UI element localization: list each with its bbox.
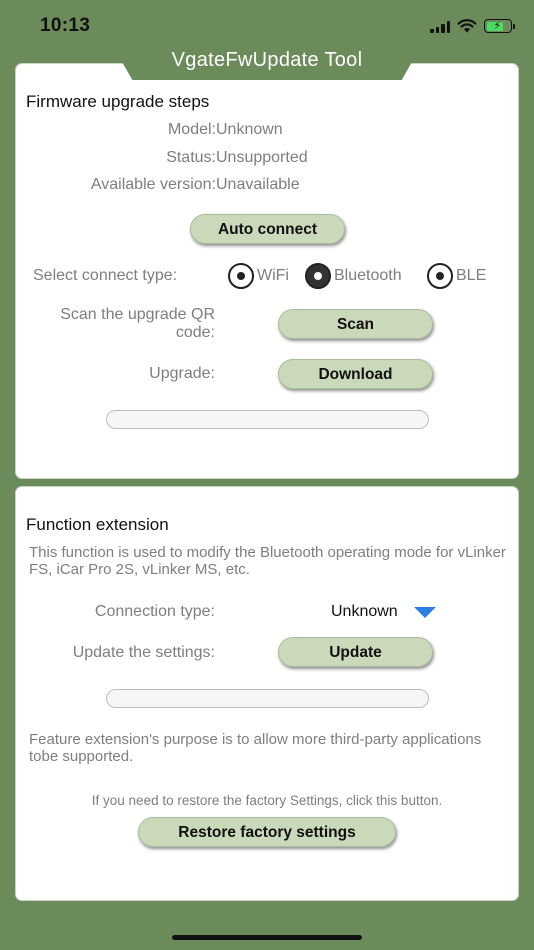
extension-description: This function is used to modify the Blue… (29, 544, 506, 578)
extension-progress-bar (106, 689, 429, 708)
auto-connect-button[interactable]: Auto connect (190, 214, 345, 244)
model-label: Model: (167, 121, 216, 138)
status-bar: 10:13 ⚡ (0, 0, 534, 52)
scan-qr-label-line2: code: (175, 324, 215, 341)
restore-hint: If you need to restore the factory Setti… (91, 793, 443, 808)
function-extension-card: Function extension This function is used… (15, 486, 519, 901)
update-button[interactable]: Update (278, 637, 433, 667)
restore-factory-settings-button[interactable]: Restore factory settings (138, 817, 396, 847)
cellular-signal-icon (430, 20, 450, 33)
status-time: 10:13 (40, 15, 91, 36)
extension-purpose-text: Feature extension's purpose is to allow … (29, 731, 482, 765)
home-indicator[interactable] (172, 935, 362, 940)
connection-type-label: Connection type: (94, 603, 215, 620)
scan-button[interactable]: Scan (278, 309, 433, 339)
upgrade-label: Upgrade: (149, 365, 215, 382)
scan-qr-label-line1: Scan the upgrade QR (60, 306, 215, 323)
battery-icon: ⚡ (484, 19, 515, 33)
available-version-label: Available version: (90, 176, 216, 193)
status-icons: ⚡ (430, 17, 515, 35)
status-label: Status: (166, 149, 216, 166)
firmware-section-title: Firmware upgrade steps (26, 92, 210, 111)
bluetooth-option-label[interactable]: Bluetooth (334, 267, 402, 285)
firmware-progress-bar (106, 410, 429, 429)
available-version-value: Unavailable (216, 176, 300, 193)
ble-option-label[interactable]: BLE (456, 267, 486, 285)
download-button[interactable]: Download (278, 359, 433, 389)
connection-type-value[interactable]: Unknown (331, 603, 398, 621)
charging-bolt-icon: ⚡ (493, 19, 502, 32)
ble-radio-icon[interactable] (427, 263, 453, 289)
wifi-radio-icon[interactable] (228, 263, 254, 289)
update-settings-label: Update the settings: (72, 644, 215, 661)
extension-section-title: Function extension (26, 515, 169, 534)
app-title: VgateFwUpdate Tool (171, 49, 363, 71)
status-value: Unsupported (216, 149, 308, 166)
wifi-option-label[interactable]: WiFi (257, 267, 289, 285)
firmware-upgrade-card: Firmware upgrade steps Model: Unknown St… (15, 63, 519, 479)
dropdown-arrow-icon[interactable] (414, 607, 436, 618)
model-value: Unknown (216, 121, 283, 138)
bluetooth-radio-icon[interactable] (305, 263, 331, 289)
wifi-icon (457, 19, 477, 33)
connect-type-label: Select connect type: (33, 267, 178, 284)
